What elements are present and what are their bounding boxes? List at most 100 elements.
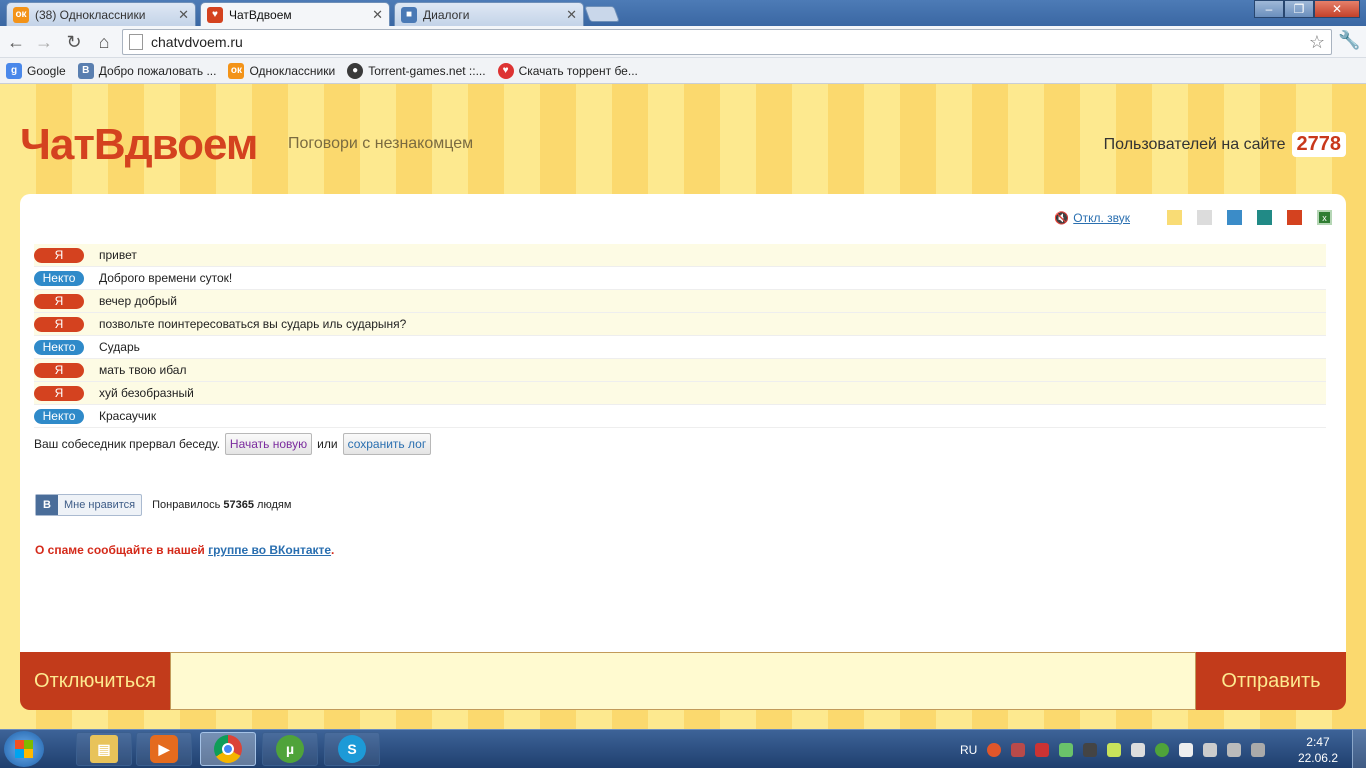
windows-taskbar: ▤ ▶ µ S RU 2:47 22.06.2 xyxy=(0,729,1366,768)
tray-device-icon[interactable] xyxy=(1203,742,1218,757)
message-text: Доброго времени суток! xyxy=(99,271,233,285)
sender-badge-self: Я xyxy=(34,316,84,332)
wrench-icon[interactable]: 🔧 xyxy=(1338,30,1360,51)
tray-flag-icon[interactable] xyxy=(1179,742,1194,757)
language-indicator[interactable]: RU xyxy=(960,743,977,757)
message-text: мать твою ибал xyxy=(99,363,187,377)
tab-chatvdvoem[interactable]: ♥ ЧатВдвоем ✕ xyxy=(200,2,390,26)
clock-date: 22.06.2 xyxy=(1297,751,1338,765)
new-tab-button[interactable] xyxy=(584,6,620,22)
taskbar-explorer[interactable]: ▤ xyxy=(76,732,132,766)
save-log-button[interactable]: сохранить лог xyxy=(342,433,432,455)
tray-utorrent-icon[interactable] xyxy=(1155,742,1170,757)
tray-app-icon[interactable] xyxy=(1131,742,1146,757)
heart-icon: ♥ xyxy=(497,62,514,79)
taskbar-media-player[interactable]: ▶ xyxy=(136,732,192,766)
excel-export-icon[interactable]: x xyxy=(1317,210,1332,225)
bookmark-google[interactable]: g Google xyxy=(6,62,66,79)
page-icon xyxy=(129,34,143,50)
message-text: вечер добрый xyxy=(99,294,177,308)
bookmark-torrent-download[interactable]: ♥ Скачать торрент бе... xyxy=(497,62,638,79)
chat-panel: 🔇 Откл. звук x Я привет Некто Доброго вр… xyxy=(20,194,1346,654)
show-desktop-button[interactable] xyxy=(1352,730,1366,768)
theme-swatch-red[interactable] xyxy=(1287,210,1302,225)
tray-volume-icon[interactable] xyxy=(1251,742,1266,757)
close-icon[interactable]: ✕ xyxy=(372,7,383,23)
spam-end: . xyxy=(331,543,335,557)
bookmark-label: Одноклассники xyxy=(249,63,336,78)
bookmark-odnoklassniki[interactable]: ок Одноклассники xyxy=(228,62,336,79)
utorrent-icon: µ xyxy=(276,735,304,763)
browser-tabstrip: ок (38) Одноклассники ✕ ♥ ЧатВдвоем ✕ ■ … xyxy=(0,0,1366,26)
message-row: Некто Сударь xyxy=(34,336,1326,359)
vk-like-widget: В Мне нравится Понравилось 57365 людям xyxy=(35,494,291,516)
send-button[interactable]: Отправить xyxy=(1196,652,1346,710)
tray-volume-alt-icon[interactable] xyxy=(1035,742,1050,757)
minimize-button[interactable]: – xyxy=(1254,0,1284,18)
theme-swatch-teal[interactable] xyxy=(1257,210,1272,225)
bookmark-vk[interactable]: B Добро пожаловать ... xyxy=(77,62,217,79)
users-online-label: Пользователей на сайте xyxy=(1103,135,1286,153)
taskbar-utorrent[interactable]: µ xyxy=(262,732,318,766)
speaker-muted-icon: 🔇 xyxy=(1054,210,1070,225)
site-logo[interactable]: ЧатВдвоем xyxy=(20,120,258,170)
bookmark-torrent-games[interactable]: ● Torrent-games.net ::... xyxy=(347,62,486,79)
theme-swatch-gray[interactable] xyxy=(1197,210,1212,225)
google-icon: g xyxy=(6,62,22,79)
tab-dialogs[interactable]: ■ Диалоги ✕ xyxy=(394,2,584,26)
disconnect-button[interactable]: Отключиться xyxy=(20,652,170,710)
tab-odnoklassniki[interactable]: ок (38) Одноклассники ✕ xyxy=(6,2,196,26)
home-icon[interactable]: ⌂ xyxy=(92,30,116,54)
system-tray: RU xyxy=(960,730,1266,768)
theme-swatch-blue[interactable] xyxy=(1227,210,1242,225)
tray-app-icon[interactable] xyxy=(987,742,1002,757)
reload-icon[interactable]: ↻ xyxy=(62,30,86,54)
back-arrow-icon[interactable]: ← xyxy=(4,30,28,54)
bookmark-star-icon[interactable]: ☆ xyxy=(1309,32,1325,53)
message-text: привет xyxy=(99,248,137,262)
input-bar: Отключиться Отправить xyxy=(20,652,1346,710)
message-row: Я привет xyxy=(34,244,1326,267)
tray-app-icon[interactable] xyxy=(1107,742,1122,757)
theme-swatch-yellow[interactable] xyxy=(1167,210,1182,225)
sender-badge-stranger: Некто xyxy=(34,408,84,424)
bookmarks-bar: g Google B Добро пожаловать ... ок Однок… xyxy=(0,58,1366,84)
liked-suffix: людям xyxy=(257,499,292,511)
tab-title: ЧатВдвоем xyxy=(229,7,292,22)
tray-app-icon[interactable] xyxy=(1083,742,1098,757)
close-icon[interactable]: ✕ xyxy=(178,7,189,23)
liked-count: 57365 xyxy=(223,499,254,511)
close-icon[interactable]: ✕ xyxy=(566,7,577,23)
torrent-games-icon: ● xyxy=(347,62,364,79)
start-button[interactable] xyxy=(4,731,44,767)
message-text: Красаучик xyxy=(99,409,157,423)
taskbar-chrome[interactable] xyxy=(200,732,256,766)
tab-title: Диалоги xyxy=(423,7,470,22)
vk-group-link[interactable]: группе во ВКонтакте xyxy=(208,543,331,557)
message-input[interactable] xyxy=(170,652,1196,710)
chat-ended-notice: Ваш собеседник прервал беседу. Начать но… xyxy=(34,433,436,455)
tray-app-icon[interactable] xyxy=(1011,742,1026,757)
message-text: позвольте поинтересоваться вы сударь иль… xyxy=(99,317,407,331)
taskbar-skype[interactable]: S xyxy=(324,732,380,766)
message-row: Некто Красаучик xyxy=(34,405,1326,428)
tray-clock[interactable]: 2:47 22.06.2 xyxy=(1298,734,1338,766)
address-bar[interactable]: chatvdvoem.ru ☆ xyxy=(122,29,1332,55)
bookmark-label: Torrent-games.net ::... xyxy=(368,63,486,78)
start-new-chat-button[interactable]: Начать новую xyxy=(224,433,313,455)
mute-sound-link[interactable]: Откл. звук xyxy=(1073,211,1130,225)
url-text[interactable]: chatvdvoem.ru xyxy=(151,34,243,50)
tray-network-status-icon[interactable] xyxy=(1227,742,1242,757)
close-window-button[interactable]: ✕ xyxy=(1314,0,1360,18)
spam-notice: О спаме сообщайте в нашей группе во ВКон… xyxy=(35,543,334,557)
sender-badge-self: Я xyxy=(34,247,84,263)
forward-arrow-icon[interactable]: → xyxy=(32,30,56,54)
tray-network-icon[interactable] xyxy=(1059,742,1074,757)
bookmark-label: Добро пожаловать ... xyxy=(98,63,217,78)
dialog-icon: ■ xyxy=(401,6,417,23)
sender-badge-stranger: Некто xyxy=(34,339,84,355)
vk-like-button[interactable]: В Мне нравится xyxy=(35,494,143,516)
bookmark-label: Скачать торрент бе... xyxy=(518,63,638,78)
maximize-button[interactable]: ❐ xyxy=(1284,0,1314,18)
sender-badge-self: Я xyxy=(34,293,84,309)
